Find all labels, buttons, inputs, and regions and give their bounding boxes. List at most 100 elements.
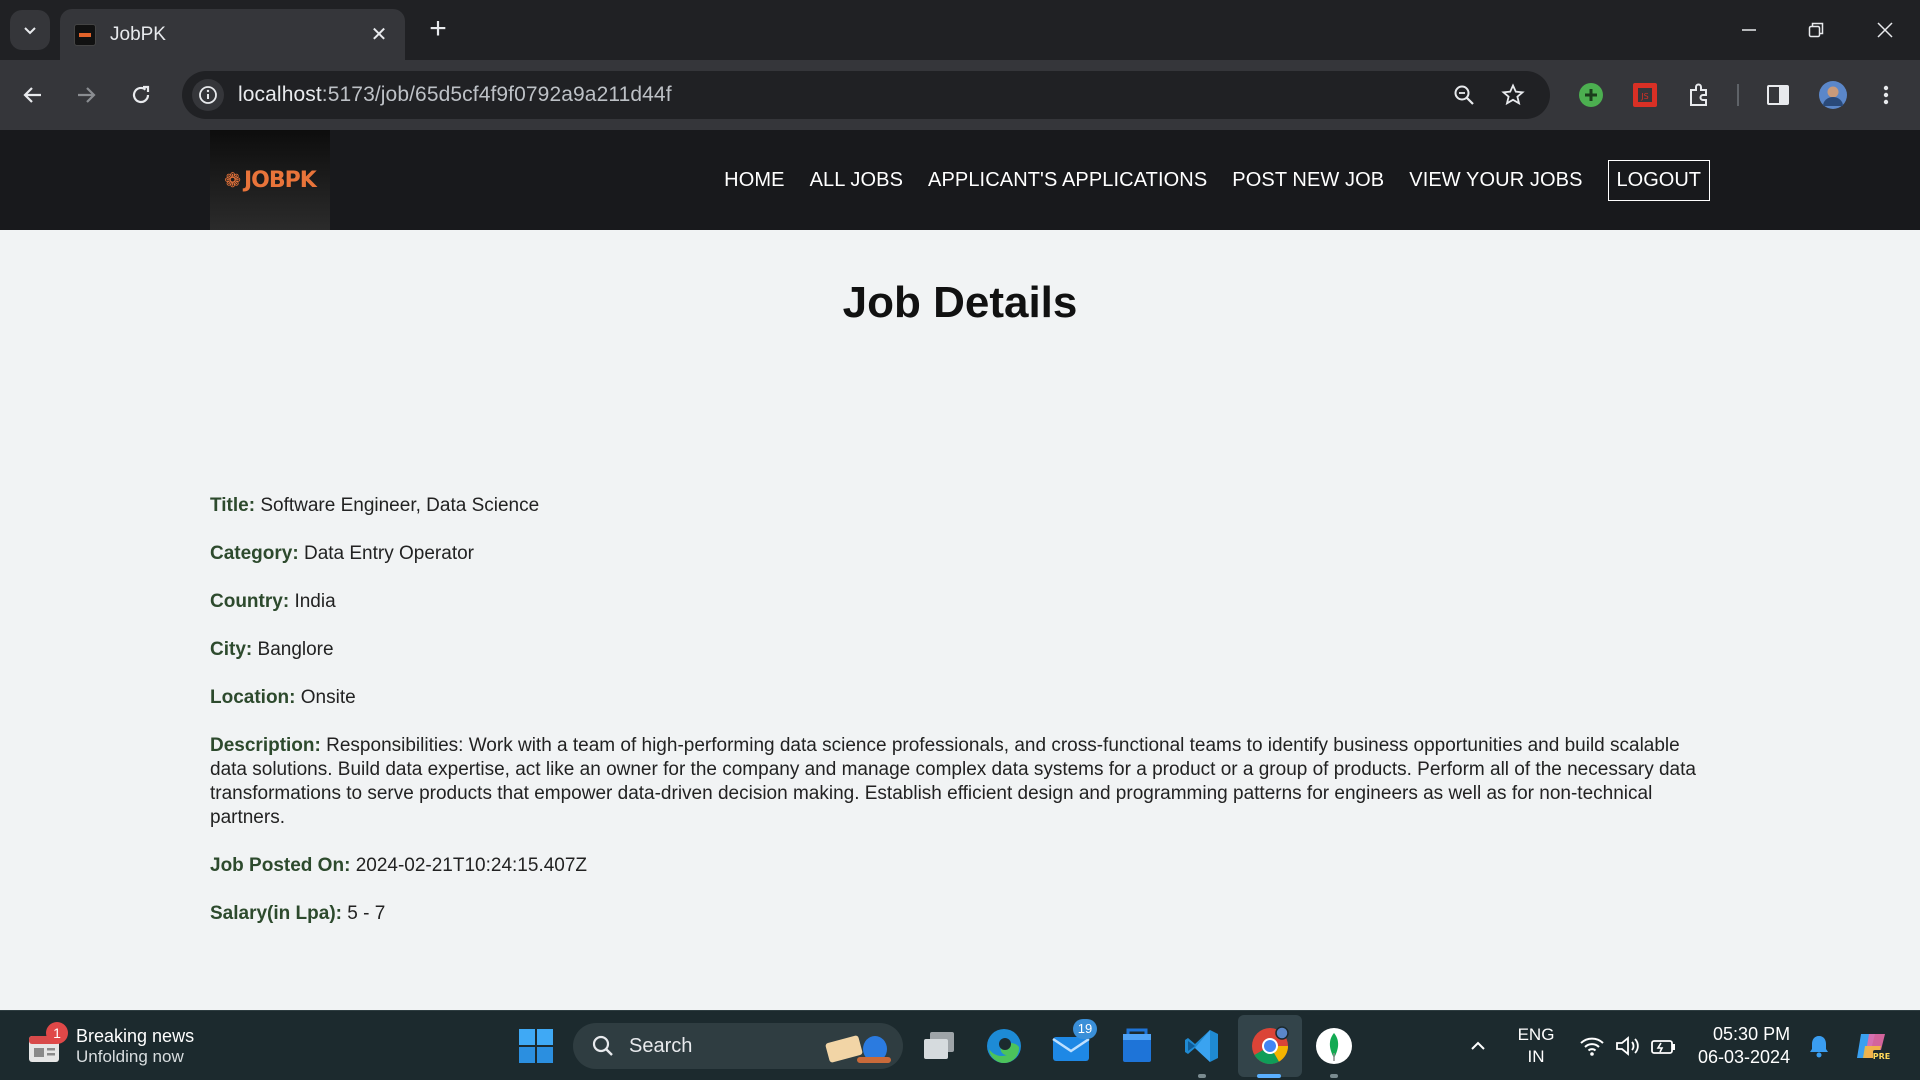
clock-time: 05:30 PM: [1713, 1024, 1791, 1044]
detail-country: Country: India: [210, 590, 1710, 614]
arrow-left-icon: [23, 87, 41, 103]
system-clock[interactable]: 05:30 PM 06-03-2024: [1698, 1023, 1790, 1069]
taskbar-search[interactable]: Search: [573, 1023, 903, 1069]
arrow-right-icon: [78, 87, 96, 103]
windows-start-icon[interactable]: [514, 1024, 558, 1068]
language-bottom: IN: [1527, 1047, 1545, 1066]
close-window-button[interactable]: [1860, 10, 1910, 50]
minimize-button[interactable]: [1724, 10, 1774, 50]
site-info-icon[interactable]: [192, 79, 224, 111]
detail-location: Location: Onsite: [210, 686, 1710, 710]
url-text[interactable]: localhost:5173/job/65d5cf4f9f0792a9a211d…: [238, 83, 672, 107]
detail-posted-on: Job Posted On: 2024-02-21T10:24:15.407Z: [210, 854, 1710, 878]
vscode-running-indicator: [1198, 1074, 1206, 1078]
task-view-icon[interactable]: [917, 1024, 961, 1068]
nav-post-new-job[interactable]: POST NEW JOB: [1232, 169, 1384, 192]
detail-label: Description:: [210, 735, 321, 756]
restore-button[interactable]: [1791, 10, 1841, 50]
site-navbar: ❁ JOBPK HOME ALL JOBS APPLICANT'S APPLIC…: [0, 130, 1920, 230]
language-indicator[interactable]: ENG IN: [1510, 1024, 1562, 1068]
reload-button[interactable]: [121, 75, 161, 115]
reload-icon: [132, 85, 150, 104]
detail-value: Data Entry Operator: [303, 543, 474, 564]
svg-text:PRE: PRE: [1873, 1052, 1891, 1061]
job-details-list: Title: Software Engineer, Data Science C…: [210, 494, 1710, 950]
detail-label: Category:: [210, 543, 299, 564]
address-bar[interactable]: localhost:5173/job/65d5cf4f9f0792a9a211d…: [182, 71, 1550, 119]
detail-value: 5 - 7: [347, 903, 386, 924]
vscode-icon[interactable]: [1180, 1024, 1224, 1068]
extension-red-icon[interactable]: JS: [1627, 77, 1663, 113]
back-button[interactable]: [13, 75, 53, 115]
news-widget[interactable]: 1 Breaking news Unfolding now: [26, 1021, 194, 1071]
bookmark-star-icon[interactable]: [1497, 79, 1529, 111]
tray-overflow-chevron-icon[interactable]: [1456, 1024, 1500, 1068]
main-menu: HOME ALL JOBS APPLICANT'S APPLICATIONS P…: [699, 130, 1710, 230]
nav-home[interactable]: HOME: [724, 169, 784, 192]
detail-value: India: [294, 591, 336, 612]
chrome-active-indicator: [1257, 1074, 1281, 1078]
toolbar-divider: [1737, 84, 1739, 106]
os-taskbar: 1 Breaking news Unfolding now Search 19: [0, 1010, 1920, 1080]
job-details-page: Job Details Title: Software Engineer, Da…: [0, 230, 1920, 1010]
detail-label: Salary(in Lpa):: [210, 903, 342, 924]
detail-value: Banglore: [257, 639, 334, 660]
nav-all-jobs[interactable]: ALL JOBS: [810, 169, 903, 192]
detail-value: Onsite: [300, 687, 356, 708]
nav-view-your-jobs[interactable]: VIEW YOUR JOBS: [1409, 169, 1582, 192]
svg-text:JS: JS: [1640, 92, 1648, 101]
site-logo[interactable]: ❁ JOBPK: [210, 130, 330, 230]
nav-applications[interactable]: APPLICANT'S APPLICATIONS: [928, 169, 1207, 192]
edge-browser-icon[interactable]: [982, 1024, 1026, 1068]
browser-tab[interactable]: JobPK ✕: [60, 9, 405, 60]
detail-label: Job Posted On:: [210, 855, 351, 876]
news-title: Breaking news: [76, 1025, 195, 1046]
url-host: localhost: [238, 83, 322, 106]
chevron-down-icon: [24, 27, 36, 35]
detail-value: Responsibilities: Work with a team of hi…: [210, 735, 1696, 828]
language-top: ENG: [1517, 1025, 1555, 1044]
chrome-icon[interactable]: [1248, 1024, 1292, 1068]
new-tab-button[interactable]: +: [422, 14, 454, 46]
detail-label: Country:: [210, 591, 290, 612]
page-title: Job Details: [842, 278, 1078, 327]
side-panel-icon[interactable]: [1760, 77, 1796, 113]
detail-title: Title: Software Engineer, Data Science: [210, 494, 1710, 518]
detail-value: Software Engineer, Data Science: [260, 495, 540, 516]
url-path: :5173/job/65d5cf4f9f0792a9a211d44f: [321, 83, 672, 106]
detail-description: Description: Responsibilities: Work with…: [210, 734, 1710, 830]
mail-badge: 19: [1073, 1019, 1097, 1039]
tab-title: JobPK: [110, 23, 166, 45]
extensions-puzzle-icon[interactable]: [1681, 77, 1717, 113]
zoom-icon[interactable]: [1448, 79, 1480, 111]
notification-bell-icon[interactable]: [1797, 1024, 1841, 1068]
news-text: Breaking news Unfolding now: [76, 1026, 194, 1067]
restore-icon: [1808, 22, 1824, 38]
forward-button[interactable]: [66, 75, 106, 115]
detail-label: City:: [210, 639, 253, 660]
detail-label: Location:: [210, 687, 296, 708]
logo-text: JOBPK: [243, 167, 317, 193]
search-icon: [592, 1035, 613, 1056]
copilot-icon[interactable]: PRE: [1850, 1024, 1894, 1068]
store-icon[interactable]: [1115, 1024, 1159, 1068]
news-icon: 1: [26, 1022, 68, 1066]
battery-icon[interactable]: [1641, 1024, 1685, 1068]
tab-close-icon[interactable]: ✕: [367, 22, 391, 47]
clock-date: 06-03-2024: [1698, 1047, 1791, 1067]
browser-menu-icon[interactable]: [1868, 77, 1904, 113]
profile-avatar[interactable]: [1815, 77, 1851, 113]
minimize-icon: [1742, 29, 1756, 31]
news-badge: 1: [46, 1022, 68, 1044]
browser-tab-bar: JobPK ✕ +: [0, 0, 1920, 60]
detail-category: Category: Data Entry Operator: [210, 542, 1710, 566]
favicon-icon: [74, 23, 96, 46]
mongodb-icon[interactable]: [1312, 1024, 1356, 1068]
search-highlight-icon: [825, 1035, 891, 1063]
extension-plus-icon[interactable]: [1573, 77, 1609, 113]
news-subtitle: Unfolding now: [76, 1046, 184, 1066]
logout-button[interactable]: LOGOUT: [1607, 159, 1710, 201]
search-label: Search: [629, 1034, 693, 1057]
detail-salary: Salary(in Lpa): 5 - 7: [210, 902, 1710, 926]
tab-search-button[interactable]: [10, 10, 50, 50]
